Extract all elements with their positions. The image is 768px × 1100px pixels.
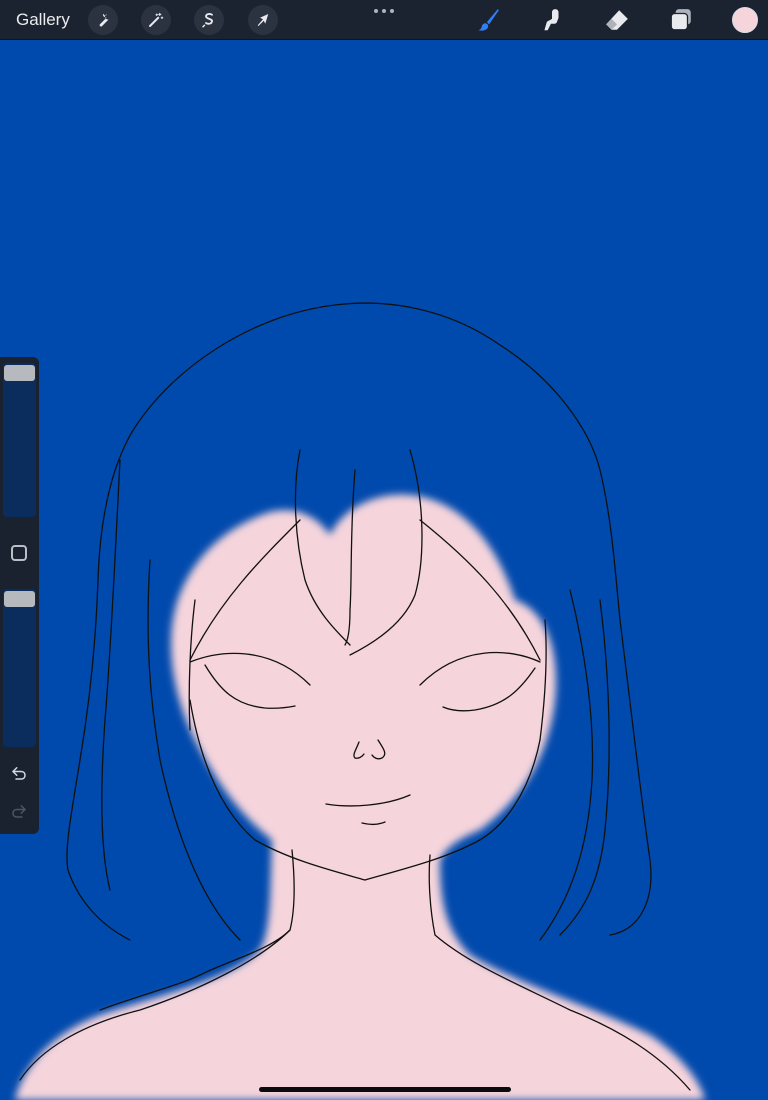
eraser-tool-button[interactable] <box>601 4 633 36</box>
brush-opacity-slider[interactable] <box>3 589 36 747</box>
color-picker-button[interactable] <box>732 7 758 33</box>
brush-tool-button[interactable] <box>472 4 504 36</box>
drawing-canvas[interactable] <box>0 41 768 1100</box>
artwork <box>0 41 768 1100</box>
selection-button[interactable] <box>194 5 224 35</box>
procreate-app: Gallery <box>0 0 768 1100</box>
layers-tool-button[interactable] <box>665 4 697 36</box>
brush-size-slider[interactable] <box>3 363 36 517</box>
smudge-finger-icon <box>544 9 559 31</box>
modify-button[interactable] <box>11 545 27 561</box>
undo-arrow-icon <box>12 767 26 780</box>
redo-arrow-icon <box>12 805 26 818</box>
arrow-cursor-icon <box>257 14 269 26</box>
undo-button[interactable] <box>9 763 29 783</box>
wrench-icon <box>99 13 109 27</box>
eraser-icon <box>606 10 628 30</box>
dot-icon <box>374 9 378 13</box>
dot-icon <box>382 9 386 13</box>
dot-icon <box>390 9 394 13</box>
brush-size-handle[interactable] <box>4 365 35 381</box>
brush-opacity-handle[interactable] <box>4 591 35 607</box>
more-options-button[interactable] <box>374 6 394 16</box>
adjustments-button[interactable] <box>141 5 171 35</box>
magic-wand-icon <box>149 12 164 27</box>
top-toolbar: Gallery <box>0 0 768 40</box>
brush-icon <box>478 9 499 31</box>
selection-s-icon <box>202 13 213 28</box>
transform-button[interactable] <box>248 5 278 35</box>
left-sidebar <box>0 357 39 834</box>
smudge-tool-button[interactable] <box>536 4 568 36</box>
layers-icon <box>670 9 691 31</box>
home-indicator[interactable] <box>259 1087 511 1092</box>
gallery-button[interactable]: Gallery <box>16 9 70 31</box>
redo-button[interactable] <box>9 801 29 821</box>
actions-button[interactable] <box>88 5 118 35</box>
